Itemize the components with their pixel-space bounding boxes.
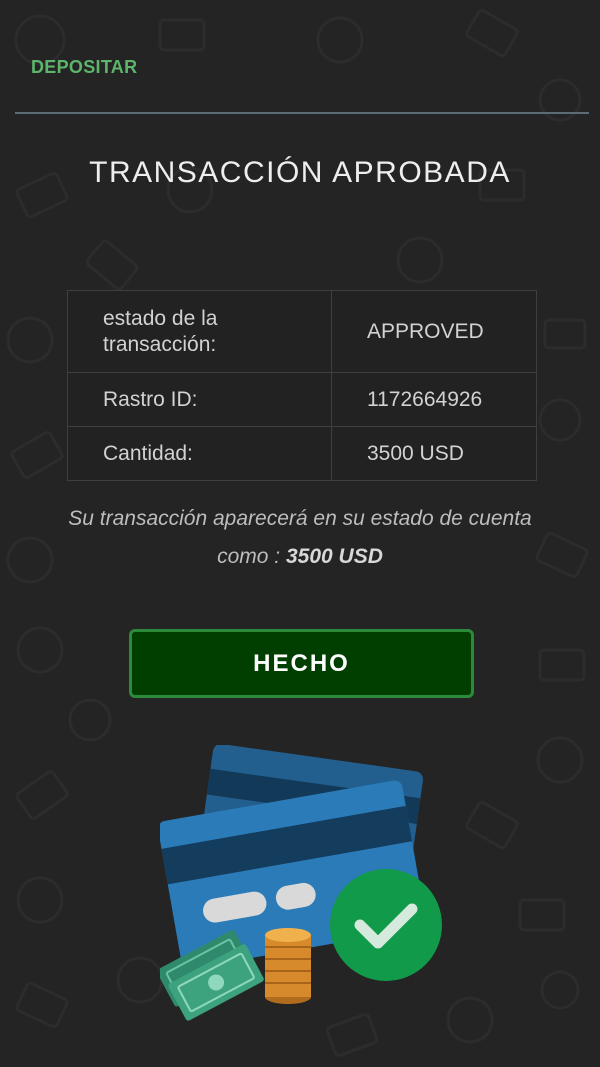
table-row: estado de la transacción: APPROVED (67, 290, 537, 373)
tab-depositar[interactable]: DEPOSITAR (31, 57, 137, 78)
table-row: Cantidad: 3500 USD (67, 426, 537, 481)
done-button[interactable]: HECHO (129, 629, 474, 698)
status-value: APPROVED (331, 290, 537, 373)
payment-success-illustration (160, 745, 450, 1030)
statement-note: Su transacción aparecerá en su estado de… (40, 500, 560, 576)
amount-label: Cantidad: (67, 426, 332, 481)
page-title: TRANSACCIÓN APROBADA (89, 156, 511, 189)
status-label: estado de la transacción: (67, 290, 332, 373)
header-divider (15, 112, 589, 114)
statement-note-amount: 3500 USD (285, 545, 383, 568)
transaction-details-table: estado de la transacción: APPROVED Rastr… (67, 290, 537, 481)
coin-stack-icon (265, 928, 311, 1004)
check-circle-icon (330, 869, 442, 981)
trace-id-label: Rastro ID: (67, 372, 332, 427)
table-row: Rastro ID: 1172664926 (67, 372, 537, 427)
trace-id-value: 1172664926 (331, 372, 537, 427)
amount-value: 3500 USD (331, 426, 537, 481)
deposit-result-screen: DEPOSITAR TRANSACCIÓN APROBADA estado de… (0, 0, 600, 1067)
